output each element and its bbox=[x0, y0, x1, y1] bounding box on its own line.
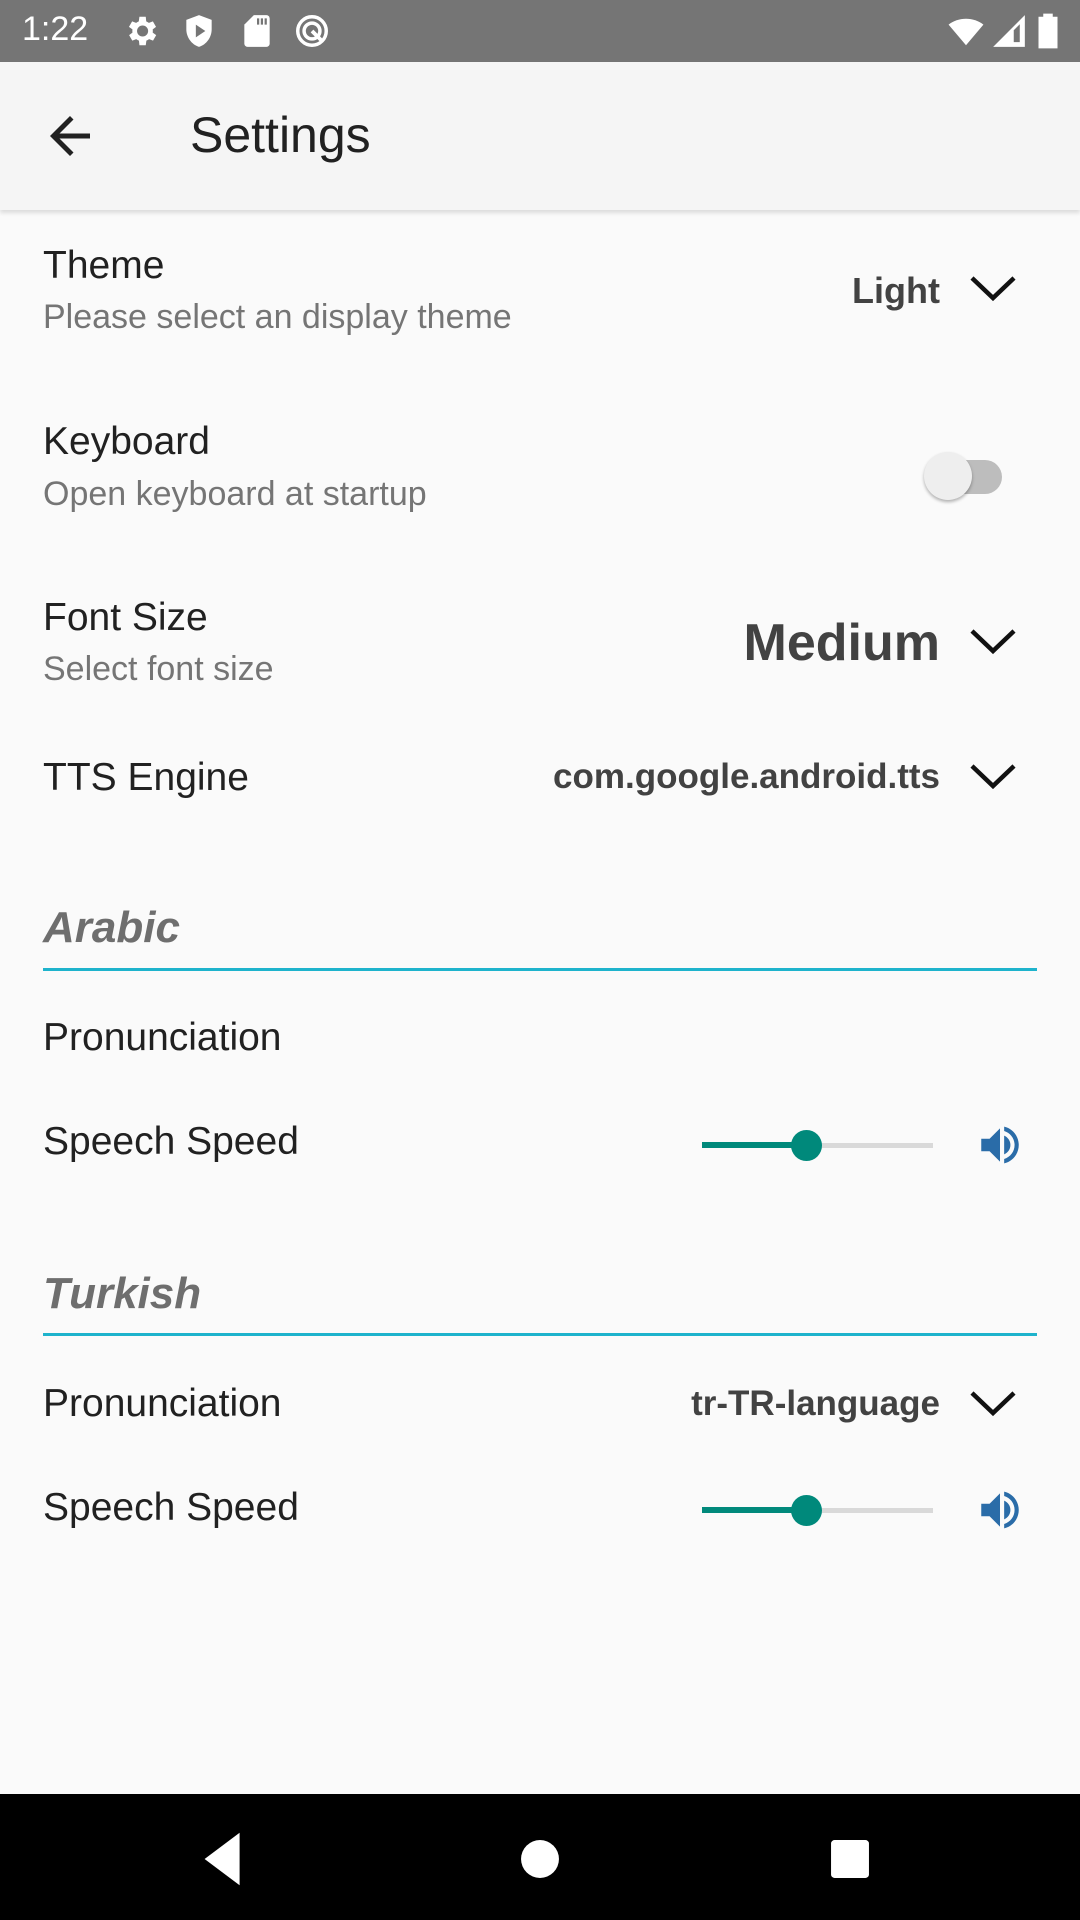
nav-home-icon[interactable] bbox=[505, 1824, 575, 1894]
keyboard-subtitle: Open keyboard at startup bbox=[43, 475, 427, 513]
turkish-speech-speed-label: Speech Speed bbox=[43, 1486, 299, 1529]
settings-icon bbox=[128, 16, 157, 46]
slider-thumb[interactable] bbox=[790, 1130, 822, 1161]
battery-icon bbox=[1038, 13, 1058, 49]
page-title: Settings bbox=[190, 107, 371, 163]
nav-back-icon[interactable] bbox=[190, 1824, 260, 1894]
keyboard-title: Keyboard bbox=[43, 420, 210, 463]
chevron-down-icon[interactable] bbox=[968, 625, 1018, 657]
turkish-pronunciation-label: Pronunciation bbox=[43, 1382, 282, 1425]
slider-thumb[interactable] bbox=[790, 1495, 822, 1526]
turkish-pronunciation-dropdown-value[interactable]: tr-TR-language bbox=[691, 1384, 940, 1424]
navigation-bar bbox=[0, 1794, 1080, 1920]
section-divider bbox=[43, 1333, 1037, 1336]
speaker-icon[interactable] bbox=[975, 1485, 1025, 1535]
wifi-icon bbox=[948, 18, 984, 46]
speaker-icon[interactable] bbox=[975, 1120, 1025, 1170]
sd-card-icon bbox=[244, 15, 270, 47]
font-size-title: Font Size bbox=[43, 596, 208, 639]
theme-subtitle: Please select an display theme bbox=[43, 298, 512, 336]
arabic-speech-speed-slider[interactable] bbox=[700, 1125, 935, 1165]
tts-engine-title: TTS Engine bbox=[43, 756, 249, 799]
toggle-thumb bbox=[924, 452, 972, 500]
nav-recents-icon[interactable] bbox=[815, 1824, 885, 1894]
shield-play-icon bbox=[186, 15, 212, 47]
cell-signal-icon bbox=[993, 15, 1025, 47]
arrow-back-icon[interactable] bbox=[40, 106, 100, 166]
chevron-down-icon[interactable] bbox=[968, 760, 1018, 792]
chevron-down-icon[interactable] bbox=[968, 272, 1018, 304]
app-bar: Settings bbox=[0, 62, 1080, 210]
status-bar: 1:22 bbox=[0, 0, 1080, 62]
font-size-dropdown-value[interactable]: Medium bbox=[744, 613, 940, 673]
turkish-speech-speed-slider[interactable] bbox=[700, 1490, 935, 1530]
q-logo-icon bbox=[296, 15, 328, 47]
keyboard-toggle[interactable] bbox=[924, 446, 1006, 502]
theme-title: Theme bbox=[43, 244, 165, 287]
tts-engine-dropdown-value[interactable]: com.google.android.tts bbox=[553, 757, 940, 797]
arabic-speech-speed-label: Speech Speed bbox=[43, 1120, 299, 1163]
section-divider bbox=[43, 968, 1037, 971]
theme-dropdown-value[interactable]: Light bbox=[852, 270, 940, 312]
section-header-turkish: Turkish bbox=[43, 1269, 202, 1318]
status-time: 1:22 bbox=[22, 10, 89, 48]
arabic-pronunciation-label: Pronunciation bbox=[43, 1016, 282, 1059]
chevron-down-icon[interactable] bbox=[968, 1387, 1018, 1419]
section-header-arabic: Arabic bbox=[43, 903, 180, 952]
font-size-subtitle: Select font size bbox=[43, 650, 274, 688]
